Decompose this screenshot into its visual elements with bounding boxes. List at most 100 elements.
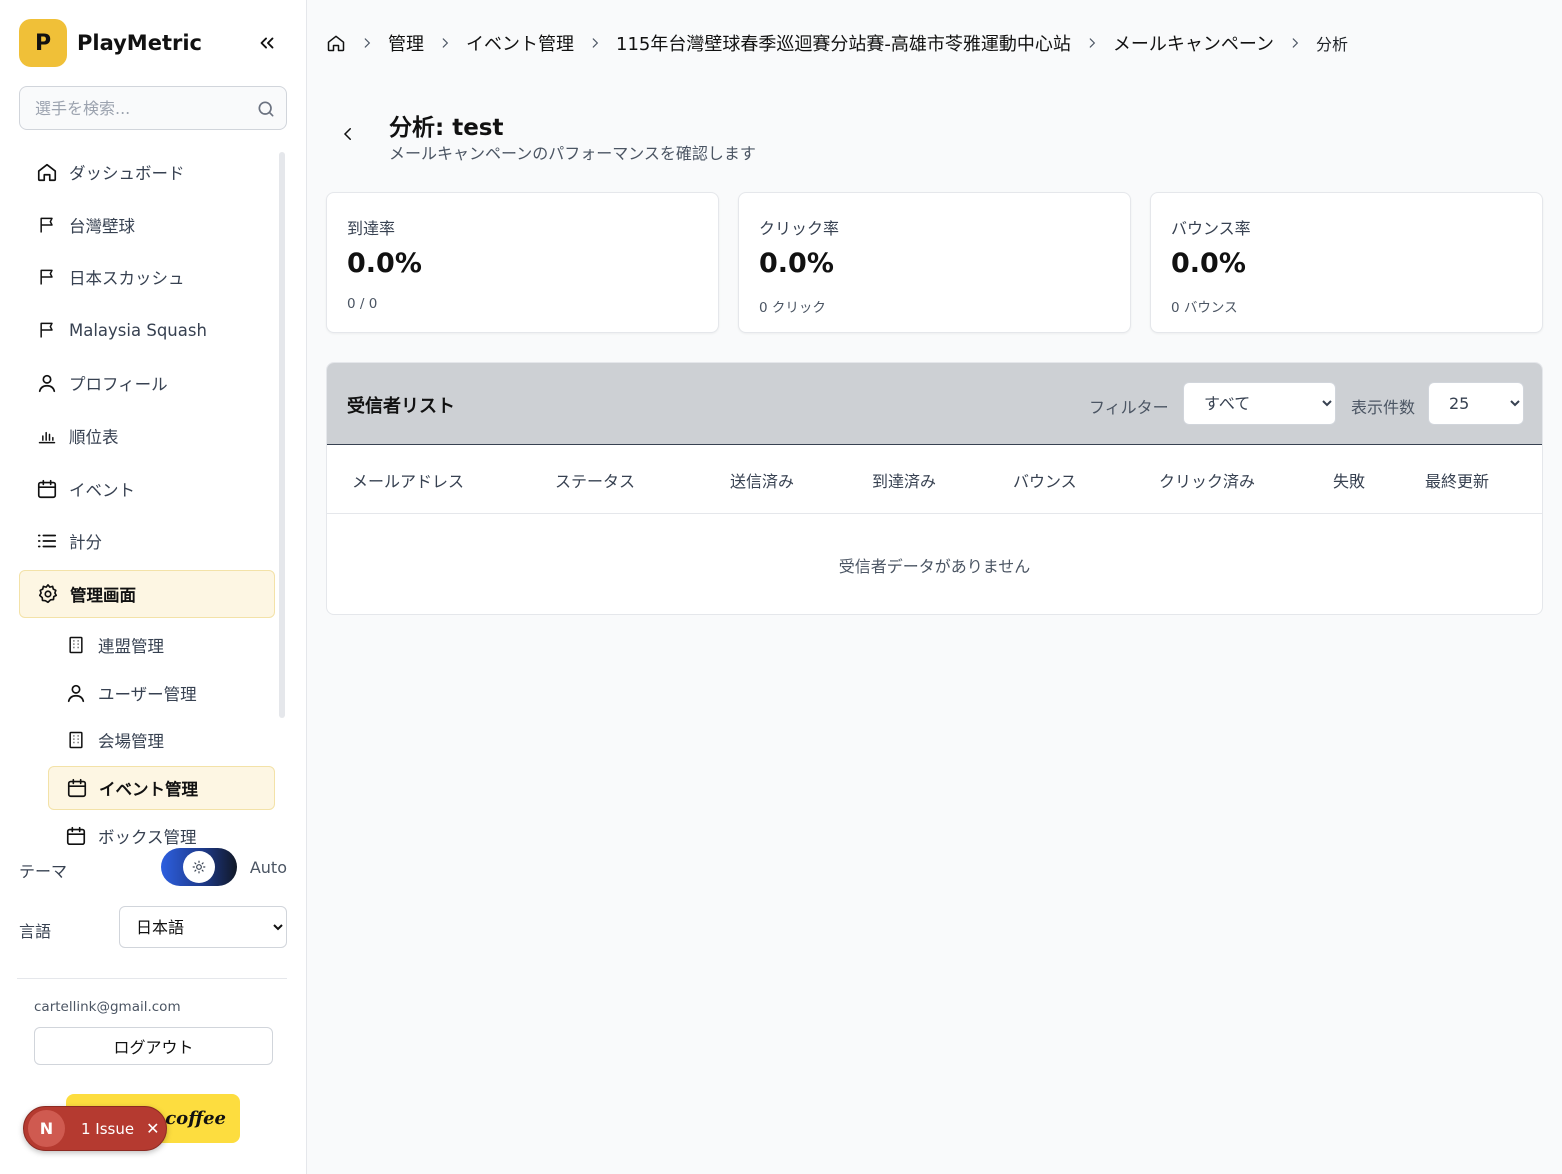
nextjs-logo-icon: N — [28, 1110, 65, 1147]
breadcrumb-admin[interactable]: 管理 — [388, 30, 424, 56]
chevron-left-icon — [343, 128, 351, 140]
language-label: 言語 — [19, 922, 52, 941]
chevron-right-icon — [438, 36, 452, 50]
nav-item-malaysia-squash[interactable]: Malaysia Squash — [19, 306, 275, 354]
page-title: 分析: test — [389, 115, 504, 141]
empty-state-message: 受信者データがありません — [838, 557, 1031, 576]
flag-icon — [35, 265, 59, 289]
theme-toggle[interactable] — [161, 848, 237, 886]
brand-logo: P — [19, 19, 67, 67]
list-icon — [35, 529, 59, 553]
collapse-sidebar-button[interactable] — [254, 30, 280, 56]
nav-item-scoring[interactable]: 計分 — [19, 517, 275, 565]
calendar-icon — [35, 477, 59, 501]
column-header-last-updated[interactable]: 最終更新 — [1425, 468, 1489, 492]
stat-detail: 0 / 0 — [347, 296, 378, 312]
stat-value: 0.0% — [759, 248, 834, 279]
gear-icon — [36, 582, 60, 606]
sun-icon — [183, 851, 215, 883]
flag-icon — [35, 213, 59, 237]
stat-card-click-rate: クリック率 0.0% 0 クリック — [738, 192, 1131, 333]
nav-item-label: ボックス管理 — [98, 828, 197, 845]
calendar-icon — [64, 824, 88, 845]
breadcrumb: 管理 イベント管理 115年台灣壁球春季巡迴賽分站賽-高雄市苓雅運動中心站 メー… — [326, 28, 1348, 58]
stat-label: 到達率 — [347, 219, 396, 238]
brand-name: PlayMetric — [77, 31, 202, 55]
search-icon[interactable] — [256, 99, 276, 123]
column-header-bounced[interactable]: バウンス — [1013, 468, 1077, 492]
nav-item-events[interactable]: イベント — [19, 465, 275, 513]
recipient-list-panel: 受信者リスト フィルター すべて 表示件数 25 メールアドレス ステータス 送… — [326, 362, 1543, 615]
nav-item-rankings[interactable]: 順位表 — [19, 412, 275, 460]
user-email: cartellink@gmail.com — [34, 999, 181, 1015]
page-size-select[interactable]: 25 — [1428, 382, 1524, 425]
back-button[interactable] — [336, 122, 360, 146]
brand[interactable]: P PlayMetric — [19, 19, 202, 67]
breadcrumb-email-campaign[interactable]: メールキャンペーン — [1113, 30, 1274, 56]
sidebar-scrollbar[interactable] — [279, 152, 285, 718]
theme-mode-label: Auto — [249, 858, 287, 877]
nav-item-label: プロフィール — [69, 375, 168, 394]
user-icon — [35, 371, 59, 395]
nav-item-label: 計分 — [69, 533, 102, 552]
page-subtitle: メールキャンペーンのパフォーマンスを確認します — [389, 144, 756, 163]
issue-badge[interactable]: N 1 Issue ✕ — [23, 1106, 167, 1151]
filter-label: フィルター — [1089, 398, 1169, 417]
player-search — [19, 86, 287, 130]
chevron-right-icon — [1085, 36, 1099, 50]
user-icon — [64, 681, 88, 705]
sidebar-nav: ダッシュボード 台灣壁球 日本スカッシュ Malaysia Squash プロフ… — [19, 145, 277, 845]
stat-value: 0.0% — [1171, 248, 1246, 279]
breadcrumb-event-management[interactable]: イベント管理 — [466, 30, 574, 56]
language-row: 言語 日本語 — [19, 906, 287, 948]
issue-count: 1 Issue — [81, 1119, 135, 1138]
recipient-list-title: 受信者リスト — [347, 396, 455, 417]
nav-item-japan-squash[interactable]: 日本スカッシュ — [19, 253, 275, 301]
nav-item-taiwan-squash[interactable]: 台灣壁球 — [19, 201, 275, 249]
nav-subitem-box-management[interactable]: ボックス管理 — [48, 812, 275, 845]
language-select[interactable]: 日本語 — [119, 906, 287, 948]
building-icon — [64, 728, 88, 752]
flag-icon — [35, 318, 59, 342]
nav-subitem-venue-management[interactable]: 会場管理 — [48, 716, 275, 764]
column-header-email[interactable]: メールアドレス — [352, 468, 464, 492]
page-size-label: 表示件数 — [1351, 398, 1416, 417]
stat-value: 0.0% — [347, 248, 422, 279]
nav-subitem-user-management[interactable]: ユーザー管理 — [48, 669, 275, 717]
stat-detail: 0 バウンス — [1171, 300, 1238, 316]
column-header-failed[interactable]: 失敗 — [1333, 468, 1365, 492]
theme-row: テーマ Auto — [19, 848, 287, 888]
nav-subitem-federation-management[interactable]: 連盟管理 — [48, 621, 275, 669]
nav-item-dashboard[interactable]: ダッシュボード — [19, 148, 275, 196]
chevron-right-icon — [360, 36, 374, 50]
nav-item-label: イベント管理 — [99, 780, 198, 799]
nav-subitem-event-management[interactable]: イベント管理 — [48, 766, 275, 810]
calendar-icon — [65, 776, 89, 800]
home-icon — [35, 160, 59, 184]
nav-item-admin[interactable]: 管理画面 — [19, 570, 275, 618]
nav-item-label: ユーザー管理 — [98, 685, 197, 704]
nav-item-label: 日本スカッシュ — [69, 269, 185, 288]
nav-item-label: イベント — [69, 481, 135, 500]
nav-item-label: 連盟管理 — [98, 637, 164, 656]
home-icon[interactable] — [326, 33, 346, 53]
player-search-input[interactable] — [20, 87, 250, 129]
filter-select[interactable]: すべて — [1183, 382, 1336, 425]
column-header-delivered[interactable]: 到達済み — [872, 468, 936, 492]
chevron-right-icon — [588, 36, 602, 50]
stat-label: クリック率 — [759, 219, 840, 238]
column-header-status[interactable]: ステータス — [555, 468, 635, 492]
close-icon[interactable]: ✕ — [146, 1119, 159, 1138]
nav-item-profile[interactable]: プロフィール — [19, 359, 275, 407]
column-header-sent[interactable]: 送信済み — [730, 468, 794, 492]
bar-chart-icon — [35, 424, 59, 448]
logout-button[interactable]: ログアウト — [34, 1027, 273, 1065]
nav-item-label: 台灣壁球 — [69, 217, 135, 236]
double-chevron-left-icon — [260, 37, 274, 49]
nav-item-label: 順位表 — [69, 428, 119, 447]
breadcrumb-event[interactable]: 115年台灣壁球春季巡迴賽分站賽-高雄市苓雅運動中心站 — [616, 30, 1071, 56]
chevron-right-icon — [1288, 36, 1302, 50]
sidebar: P PlayMetric ダッシュボード 台灣壁球 日本スカッシュ Malays… — [0, 0, 307, 1174]
breadcrumb-current: 分析 — [1315, 35, 1348, 54]
column-header-clicked[interactable]: クリック済み — [1159, 468, 1255, 492]
